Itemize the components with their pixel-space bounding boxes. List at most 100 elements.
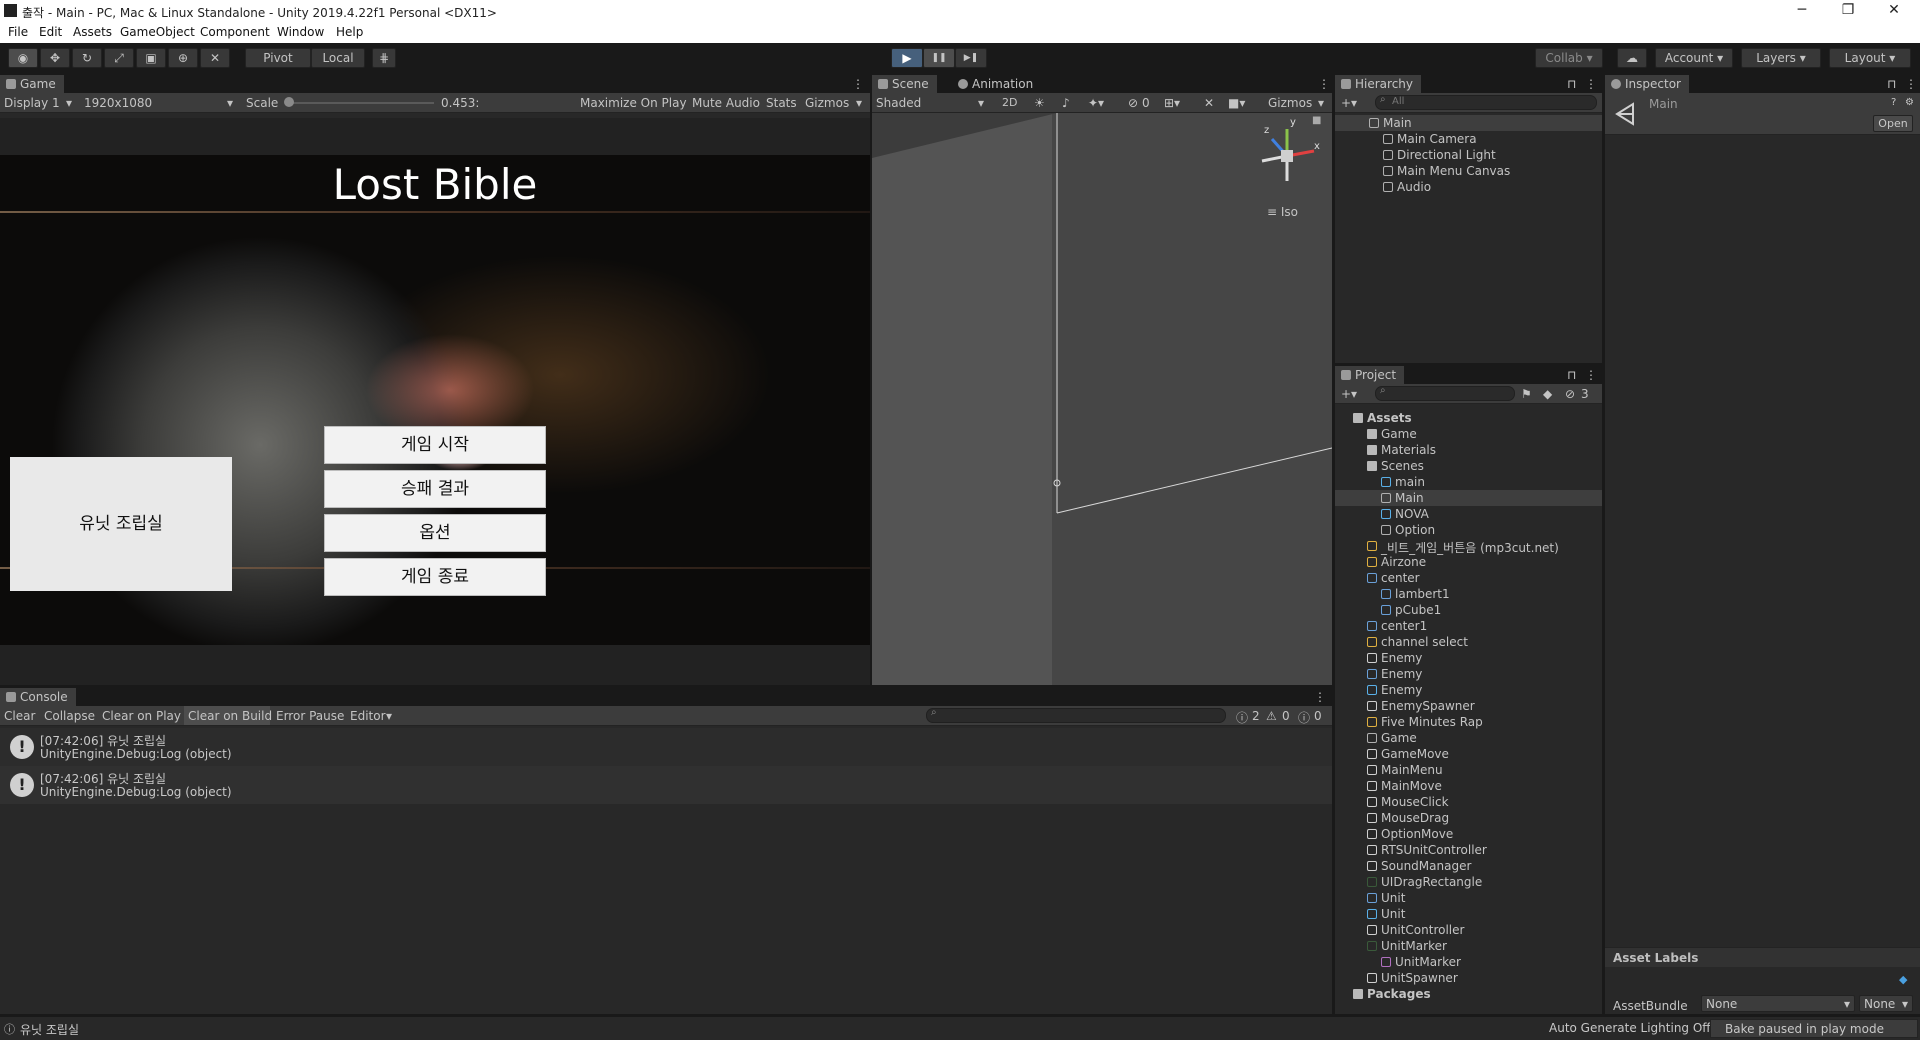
console-entry[interactable]: ! [07:42:06] 유닛 조립실 UnityEngine.Debug:Lo…: [0, 766, 1332, 804]
tree-item[interactable]: NOVA: [1335, 506, 1602, 522]
scale-slider[interactable]: [288, 102, 434, 104]
step-button[interactable]: ▶❚: [955, 48, 987, 68]
lighting-toggle-icon[interactable]: ☀: [1034, 96, 1045, 110]
effects-toggle-icon[interactable]: ✦▾: [1088, 96, 1104, 110]
filter-label-icon[interactable]: ◆: [1543, 387, 1552, 401]
status-message[interactable]: 유닛 조립실: [20, 1021, 79, 1038]
clear-on-play-toggle[interactable]: Clear on Play: [102, 709, 181, 723]
restore-button[interactable]: ❐: [1828, 2, 1868, 20]
rotate-tool-icon[interactable]: ↻: [72, 48, 102, 68]
scene-render-area[interactable]: y x z ≡ Iso ■: [872, 113, 1332, 685]
log-count-icon[interactable]: ⓘ: [1236, 709, 1248, 726]
scene-orientation-gizmo[interactable]: y x z: [1252, 117, 1322, 191]
grid-snap-icon[interactable]: ⋕: [372, 48, 396, 68]
tree-item[interactable]: MainMove: [1335, 778, 1602, 794]
more-options-icon[interactable]: ⋮: [852, 77, 864, 91]
tab-scene[interactable]: Scene: [872, 75, 937, 93]
lock-icon[interactable]: ■: [1312, 115, 1321, 126]
transform-tool-icon[interactable]: ⊕: [168, 48, 198, 68]
game-render-area[interactable]: Lost Bible 게임 시작 승패 결과 옵션 게임 종료 유닛 조립실: [0, 118, 870, 685]
collapse-toggle[interactable]: Collapse: [44, 709, 95, 723]
menu-component[interactable]: Component: [200, 25, 270, 39]
account-dropdown[interactable]: Account ▾: [1655, 48, 1733, 68]
hierarchy-more-icon[interactable]: ⋮: [1585, 77, 1597, 91]
menu-edit[interactable]: Edit: [39, 25, 62, 39]
tree-item[interactable]: Game: [1335, 426, 1602, 442]
2d-toggle[interactable]: 2D: [1002, 96, 1017, 109]
close-button[interactable]: ✕: [1874, 2, 1914, 20]
menu-file[interactable]: File: [8, 25, 28, 39]
tree-item[interactable]: main: [1335, 474, 1602, 490]
tree-item[interactable]: UnitController: [1335, 922, 1602, 938]
clear-on-build-toggle[interactable]: Clear on Build: [188, 709, 272, 723]
quit-game-button[interactable]: 게임 종료: [324, 558, 546, 596]
options-button[interactable]: 옵션: [324, 514, 546, 552]
error-count-icon[interactable]: ⓘ: [1298, 709, 1310, 726]
tree-item[interactable]: UnitSpawner: [1335, 970, 1602, 986]
tab-animation[interactable]: Animation: [952, 75, 1041, 93]
warning-count-icon[interactable]: ⚠: [1266, 709, 1277, 723]
tree-item[interactable]: pCube1: [1335, 602, 1602, 618]
bake-status-box[interactable]: Bake paused in play mode: [1710, 1019, 1918, 1038]
tree-item[interactable]: Main: [1335, 115, 1602, 131]
pivot-toggle[interactable]: Pivot: [245, 48, 311, 68]
grid-toggle-icon[interactable]: ⊞▾: [1164, 96, 1180, 110]
local-toggle[interactable]: Local: [311, 48, 365, 68]
tab-project[interactable]: Project: [1335, 366, 1405, 384]
tree-item[interactable]: Airzone: [1335, 554, 1602, 570]
console-entry[interactable]: ! [07:42:06] 유닛 조립실 UnityEngine.Debug:Lo…: [0, 728, 1332, 766]
menu-assets[interactable]: Assets: [73, 25, 112, 39]
tree-item[interactable]: center: [1335, 570, 1602, 586]
tree-item[interactable]: Game: [1335, 730, 1602, 746]
tree-item[interactable]: Main: [1335, 490, 1602, 506]
help-icon[interactable]: ?: [1891, 97, 1896, 108]
menu-gameobject[interactable]: GameObject: [120, 25, 195, 39]
tree-item[interactable]: MainMenu: [1335, 762, 1602, 778]
stats-toggle[interactable]: Stats: [766, 96, 797, 110]
asset-bundle-dropdown[interactable]: None ▾: [1701, 995, 1855, 1012]
tree-item[interactable]: RTSUnitController: [1335, 842, 1602, 858]
hidden-packages-icon[interactable]: ⊘: [1565, 387, 1575, 401]
tree-item[interactable]: _비트_게임_버튼음 (mp3cut.net): [1335, 538, 1602, 555]
layout-dropdown[interactable]: Layout ▾: [1829, 48, 1911, 68]
gizmos-toggle[interactable]: Gizmos: [805, 96, 849, 110]
scene-more-options-icon[interactable]: ⋮: [1318, 77, 1330, 91]
tree-item[interactable]: Enemy: [1335, 650, 1602, 666]
settings-gear-icon[interactable]: ⚙: [1905, 97, 1914, 108]
tree-item[interactable]: Main Camera: [1335, 131, 1602, 147]
open-button[interactable]: Open: [1873, 115, 1913, 132]
tree-item[interactable]: Assets: [1335, 410, 1602, 426]
console-search-input[interactable]: ⌕: [926, 707, 1226, 723]
tree-item[interactable]: Option: [1335, 522, 1602, 538]
audio-toggle-icon[interactable]: ♪: [1062, 96, 1070, 110]
inspector-lock-icon[interactable]: ⊓: [1887, 77, 1896, 91]
tree-item[interactable]: MouseDrag: [1335, 810, 1602, 826]
rect-tool-icon[interactable]: ▣: [136, 48, 166, 68]
tree-item[interactable]: SoundManager: [1335, 858, 1602, 874]
tools-icon[interactable]: ✕: [1204, 96, 1214, 110]
scene-gizmos-chevron-icon[interactable]: ▾: [1318, 96, 1324, 110]
view-tool-eye-icon[interactable]: ◉: [8, 48, 38, 68]
results-button[interactable]: 승패 결과: [324, 470, 546, 508]
start-game-button[interactable]: 게임 시작: [324, 426, 546, 464]
tree-item[interactable]: UnitMarker: [1335, 954, 1602, 970]
resolution-dropdown[interactable]: 1920x1080: [84, 96, 152, 110]
project-lock-icon[interactable]: ⊓: [1567, 368, 1576, 382]
menu-help[interactable]: Help: [336, 25, 363, 39]
hierarchy-add-icon[interactable]: +▾: [1341, 96, 1357, 110]
maximize-on-play-toggle[interactable]: Maximize On Play: [580, 96, 687, 110]
project-more-icon[interactable]: ⋮: [1585, 368, 1597, 382]
display-dropdown[interactable]: Display 1: [4, 96, 60, 110]
tree-item[interactable]: GameMove: [1335, 746, 1602, 762]
tree-item[interactable]: channel select: [1335, 634, 1602, 650]
collab-button[interactable]: Collab ▾: [1535, 48, 1603, 68]
tree-item[interactable]: UIDragRectangle: [1335, 874, 1602, 890]
unit-assembly-button[interactable]: 유닛 조립실: [10, 457, 232, 591]
tree-item[interactable]: center1: [1335, 618, 1602, 634]
mute-audio-toggle[interactable]: Mute Audio: [692, 96, 760, 110]
layers-dropdown[interactable]: Layers ▾: [1741, 48, 1821, 68]
project-search-input[interactable]: ⌕: [1375, 385, 1515, 401]
clear-button[interactable]: Clear: [4, 709, 35, 723]
minimize-button[interactable]: ─: [1782, 2, 1822, 20]
hierarchy-search-input[interactable]: ⌕ All: [1375, 94, 1597, 110]
